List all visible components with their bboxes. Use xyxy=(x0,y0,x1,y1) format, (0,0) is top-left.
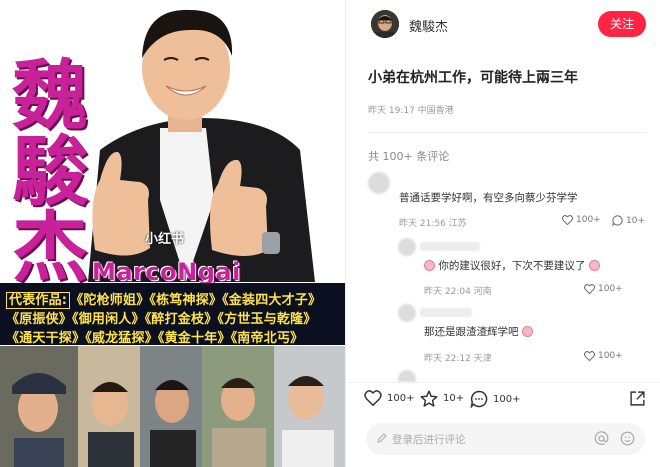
like-count: 100+ xyxy=(598,351,623,361)
emoji-icon xyxy=(424,260,435,271)
comment-reply[interactable]: 10+ xyxy=(612,215,645,226)
comment-like[interactable]: 100+ xyxy=(562,215,601,225)
heart-icon xyxy=(584,351,595,361)
share-button[interactable] xyxy=(629,390,646,411)
star-count: 10+ xyxy=(443,393,465,404)
works-label: 代表作品: xyxy=(6,292,71,309)
like-count: 100+ xyxy=(598,284,623,294)
comment-text-content: 你的建议很好，下次不要建议了 xyxy=(438,260,586,272)
post-title: 小弟在杭州工作，可能待上兩三年 xyxy=(368,70,578,86)
smile-icon[interactable] xyxy=(620,431,635,446)
author-name[interactable]: 魏駿杰 xyxy=(409,16,448,35)
like-button[interactable]: 100+ xyxy=(364,390,414,406)
comment-meta: 昨天 21:56 江苏 xyxy=(399,219,467,229)
like-count: 100+ xyxy=(387,392,415,404)
comment-text-content: 那还是跟渣渣辉学吧 xyxy=(424,326,519,338)
post-meta: 昨天 19:17 中国香港 xyxy=(368,106,454,116)
poster-name-english: MarcoNgai xyxy=(92,258,241,286)
commenter-name xyxy=(420,242,480,251)
comment-count: 共 100+ 条评论 xyxy=(368,150,450,163)
like-count: 100+ xyxy=(576,215,601,225)
avatar-photo xyxy=(371,10,399,38)
commenter-avatar[interactable] xyxy=(368,172,390,194)
share-icon xyxy=(630,391,645,406)
comment-text: 你的建议很好，下次不要建议了 xyxy=(424,258,600,273)
poster-title-char: 魏 xyxy=(12,51,88,140)
at-icon[interactable] xyxy=(594,431,609,446)
author-avatar[interactable] xyxy=(371,10,399,38)
comment-input-placeholder: 登录后进行评论 xyxy=(392,434,466,446)
collect-button[interactable]: 10+ xyxy=(420,390,464,407)
works-titles: 《陀枪师姐》《栋笃神探》《金装四大才子》 xyxy=(70,293,322,308)
comment-input[interactable]: 登录后进行评论 xyxy=(366,423,645,455)
star-icon xyxy=(420,390,438,407)
reply-count: 10+ xyxy=(626,215,645,226)
commenter-avatar[interactable] xyxy=(398,304,416,322)
pencil-icon xyxy=(377,433,387,443)
works-row: 《通天干探》《威龙猛探》《黄金十年》《南帝北丐》 xyxy=(6,331,304,346)
works-row: 《原振侠》《御用闲人》《醉打金枝》《方世玉与乾隆》 xyxy=(6,312,317,327)
emoji-icon xyxy=(588,260,600,271)
comment-meta: 昨天 22:04 河南 xyxy=(424,287,492,297)
drama-stills xyxy=(0,346,345,467)
author-bar: 魏駿杰 关注 xyxy=(346,0,660,52)
comment-icon xyxy=(612,215,623,226)
post-image[interactable]: 魏 駿 杰 MarcoNgai 小红书 代表作品: 《陀枪师姐》《栋笃神探》《金装… xyxy=(0,0,345,467)
works-row: 代表作品: 《陀枪师姐》《栋笃神探》《金装四大才子》 xyxy=(6,289,322,309)
comment-like[interactable]: 100+ xyxy=(584,351,623,361)
comment-like[interactable]: 100+ xyxy=(584,284,623,294)
comment-button[interactable]: 100+ xyxy=(470,390,520,408)
heart-icon xyxy=(364,390,382,406)
comment-meta: 昨天 22:12 天津 xyxy=(424,354,492,364)
comment-icon xyxy=(470,390,488,408)
commenter-avatar[interactable] xyxy=(398,370,416,382)
bottom-action-bar: 100+ 10+ 100+ xyxy=(346,382,660,414)
post-detail-panel: 魏駿杰 关注 小弟在杭州工作，可能待上兩三年 昨天 19:17 中国香港 共 1… xyxy=(345,0,660,467)
comment-count: 100+ xyxy=(493,393,521,405)
comment-text: 普通话要学好啊，有空多向蔡少芬学学 xyxy=(399,192,578,204)
heart-icon xyxy=(584,284,595,294)
commenter-avatar[interactable] xyxy=(398,238,416,256)
poster-title-char: 駿 xyxy=(12,127,88,216)
heart-icon xyxy=(562,215,573,225)
commenter-name xyxy=(420,308,472,317)
divider xyxy=(368,132,646,133)
comment-text: 那还是跟渣渣辉学吧 xyxy=(424,324,533,339)
emoji-icon xyxy=(521,326,533,337)
follow-button[interactable]: 关注 xyxy=(598,11,646,37)
watermark: 小红书 xyxy=(145,232,185,247)
